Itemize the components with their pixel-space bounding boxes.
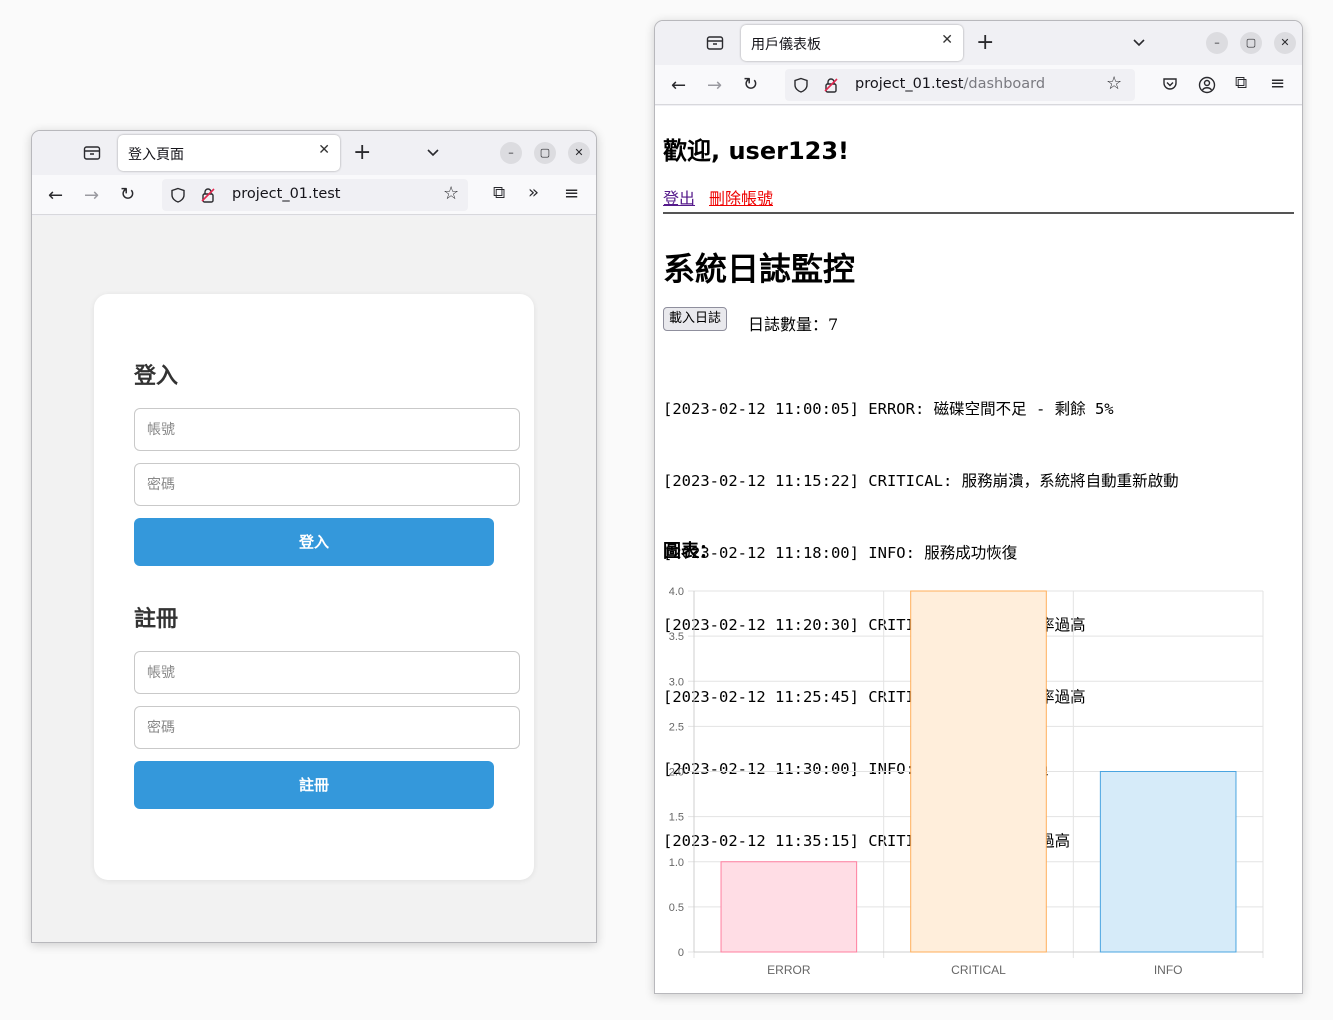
register-username-input[interactable]	[134, 651, 520, 694]
divider	[663, 212, 1294, 214]
extensions-icon[interactable]: ⧉	[493, 185, 505, 202]
dashboard-browser-window: 用戶儀表板 ✕ + – ▢ ✕ ← → ↻ project_01.test/da…	[654, 20, 1303, 994]
tab-title: 登入頁面	[128, 147, 184, 163]
log-entry: [2023-02-12 11:15:22] CRITICAL: 服務崩潰，系統將…	[663, 472, 1179, 490]
log-entry: [2023-02-12 11:00:05] ERROR: 磁碟空間不足 - 剩餘…	[663, 400, 1114, 418]
menu-icon[interactable]: ≡	[564, 185, 579, 203]
login-page-content: 登入 登入 註冊 註冊	[32, 216, 596, 942]
pocket-icon[interactable]	[1162, 76, 1178, 95]
chevron-down-icon[interactable]	[426, 145, 440, 161]
maximize-icon[interactable]: ▢	[1240, 32, 1262, 54]
close-tab-icon[interactable]: ✕	[318, 142, 330, 158]
register-button[interactable]: 註冊	[134, 761, 494, 809]
y-tick-label: 3.0	[669, 676, 684, 688]
chart-heading: 圖表：	[663, 541, 717, 562]
login-browser-window: 登入頁面 ✕ + – ▢ ✕ ← → ↻ project_01.test ☆ ⧉…	[31, 130, 597, 943]
bar-error	[720, 861, 858, 953]
back-arrow-icon[interactable]: ←	[671, 77, 686, 95]
x-tick-label: INFO	[1154, 963, 1183, 977]
bookmark-star-icon[interactable]: ☆	[1106, 75, 1122, 93]
load-logs-button[interactable]: 載入日誌	[663, 307, 728, 331]
logout-link[interactable]: 登出	[663, 185, 695, 209]
minimize-icon[interactable]: –	[500, 142, 522, 164]
register-heading: 註冊	[134, 607, 179, 632]
x-tick-label: ERROR	[767, 963, 811, 977]
shield-icon[interactable]	[793, 77, 809, 96]
maximize-icon[interactable]: ▢	[534, 142, 556, 164]
y-tick-label: 0	[678, 947, 684, 959]
nav-bar: ← → ↻ project_01.test/dashboard ☆ ⧉ ≡	[655, 65, 1302, 105]
extensions-icon[interactable]: ⧉	[1235, 75, 1247, 92]
shield-icon[interactable]	[170, 187, 186, 206]
new-tab-icon[interactable]: +	[353, 142, 371, 164]
back-arrow-icon[interactable]: ←	[48, 187, 63, 205]
url-bar[interactable]: project_01.test/dashboard ☆	[785, 69, 1135, 101]
url-path: /dashboard	[963, 76, 1046, 92]
login-heading: 登入	[134, 364, 179, 389]
forward-arrow-icon[interactable]: →	[707, 77, 722, 95]
more-tools-icon[interactable]: »	[528, 184, 539, 202]
bookmark-star-icon[interactable]: ☆	[443, 185, 459, 203]
section-title: 系統日誌監控	[663, 250, 856, 288]
login-password-input[interactable]	[134, 463, 520, 506]
y-tick-label: 4.0	[669, 586, 684, 598]
tab-bar: 登入頁面 ✕ + – ▢ ✕	[32, 131, 596, 175]
y-tick-label: 2.5	[669, 721, 684, 733]
bar-critical	[910, 590, 1047, 953]
url-text[interactable]: project_01.test	[232, 186, 340, 202]
y-tick-label: 0.5	[669, 902, 684, 914]
auth-card: 登入 登入 註冊 註冊	[94, 294, 534, 880]
forward-arrow-icon[interactable]: →	[84, 187, 99, 205]
login-button[interactable]: 登入	[134, 518, 494, 566]
new-tab-icon[interactable]: +	[976, 32, 994, 54]
register-password-input[interactable]	[134, 706, 520, 749]
welcome-heading: 歡迎, user123!	[663, 137, 849, 165]
chevron-down-icon[interactable]	[1132, 35, 1146, 51]
reload-icon[interactable]: ↻	[120, 186, 135, 204]
log-count: 日誌數量：7	[748, 315, 839, 334]
nav-bar: ← → ↻ project_01.test ☆ ⧉ » ≡	[32, 175, 596, 215]
log-level-bar-chart: 0 0.5 1.0 1.5 2.0 2.5 3.0 3.5 4.0 ERROR CRITICAL IN…	[669, 586, 1264, 977]
menu-icon[interactable]: ≡	[1270, 75, 1285, 93]
url-text[interactable]: project_01.test/dashboard	[855, 76, 1045, 92]
x-tick-label: CRITICAL	[951, 963, 1006, 977]
insecure-lock-icon[interactable]	[200, 187, 216, 206]
dashboard-page-content: 歡迎, user123! 登出 刪除帳號 系統日誌監控 載入日誌 日誌數量：7 …	[655, 106, 1302, 993]
log-entry: [2023-02-12 11:18:00] INFO: 服務成功恢復	[663, 544, 1018, 562]
minimize-icon[interactable]: –	[1206, 32, 1228, 54]
y-tick-label: 1.0	[669, 857, 684, 869]
tab-overview-icon[interactable]	[706, 35, 724, 54]
close-window-icon[interactable]: ✕	[1274, 32, 1296, 54]
y-tick-label: 2.0	[669, 767, 684, 779]
bar-info	[1099, 771, 1237, 953]
close-tab-icon[interactable]: ✕	[941, 32, 953, 48]
tab-login-page[interactable]: 登入頁面 ✕	[118, 135, 340, 171]
y-tick-label: 3.5	[669, 631, 684, 643]
reload-icon[interactable]: ↻	[743, 76, 758, 94]
y-tick-label: 1.5	[669, 812, 684, 824]
delete-account-link[interactable]: 刪除帳號	[709, 185, 773, 209]
tab-bar: 用戶儀表板 ✕ + – ▢ ✕	[655, 21, 1302, 65]
tab-dashboard[interactable]: 用戶儀表板 ✕	[741, 25, 963, 61]
close-window-icon[interactable]: ✕	[568, 142, 590, 164]
url-host: project_01.test	[855, 76, 964, 92]
insecure-lock-icon[interactable]	[823, 77, 839, 96]
login-username-input[interactable]	[134, 408, 520, 451]
tab-title: 用戶儀表板	[751, 37, 821, 53]
url-bar[interactable]: project_01.test ☆	[162, 179, 468, 211]
account-icon[interactable]	[1198, 76, 1216, 97]
tab-overview-icon[interactable]	[83, 145, 101, 164]
